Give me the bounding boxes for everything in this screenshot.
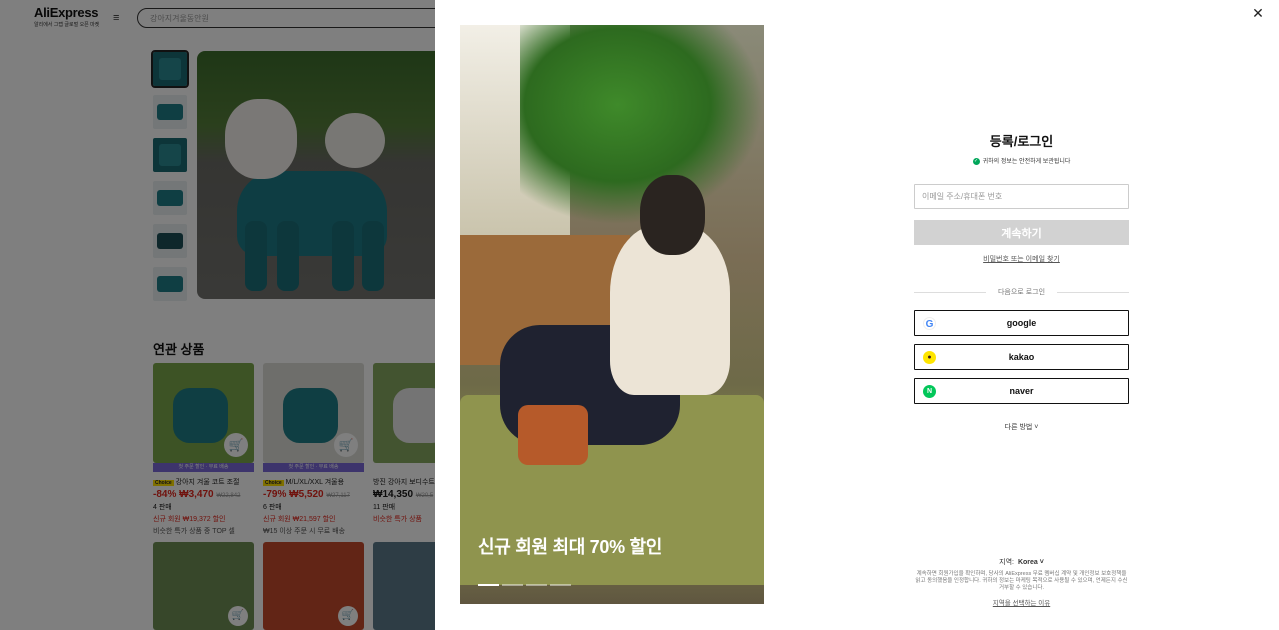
forgot-link[interactable]: 비밀번호 또는 이메일 찾기 (914, 254, 1129, 264)
google-icon: G (923, 317, 936, 330)
email-field[interactable] (914, 184, 1129, 209)
terms-text: 계속하면 회원가입을 확인하며, 당사의 AliExpress 무료 멤버십 계… (915, 571, 1128, 591)
region-selector[interactable]: 지역: Korea ˅ (914, 557, 1129, 567)
modal-footer: 지역: Korea ˅ 계속하면 회원가입을 확인하며, 당사의 AliExpre… (914, 557, 1129, 607)
continue-button[interactable]: 계속하기 (914, 220, 1129, 245)
google-login-button[interactable]: G google (914, 310, 1129, 336)
carousel-dots (478, 584, 571, 586)
region-label: 지역: (999, 559, 1014, 566)
close-icon[interactable]: ✕ (1250, 5, 1266, 21)
region-policy-link[interactable]: 지역을 선택하는 이유 (914, 597, 1129, 607)
kakao-login-button[interactable]: ● kakao (914, 344, 1129, 370)
shield-check-icon: ✓ (972, 157, 980, 165)
social-label: google (1006, 318, 1037, 328)
naver-login-button[interactable]: N naver (914, 378, 1129, 404)
region-value[interactable]: Korea ˅ (1018, 559, 1044, 566)
promo-headline: 신규 회원 최대 70% 할인 (478, 537, 663, 557)
carousel-dot[interactable] (526, 584, 547, 586)
kakao-icon: ● (923, 351, 936, 364)
carousel-dot[interactable] (502, 584, 523, 586)
social-label: kakao (1008, 352, 1035, 362)
social-label: naver (1009, 386, 1034, 396)
naver-icon: N (923, 385, 936, 398)
divider: 다음으로 로그인 (914, 287, 1129, 297)
secure-text: 귀하의 정보는 안전하게 보관됩니다 (982, 159, 1071, 165)
promo-banner: 신규 회원 최대 70% 할인 (460, 25, 764, 604)
carousel-dot[interactable] (478, 584, 499, 586)
login-title: 등록/로그인 (989, 134, 1054, 149)
carousel-dot[interactable] (550, 584, 571, 586)
more-options-button[interactable]: 다른 방법 ˅ (914, 422, 1129, 432)
secure-notice: ✓ 귀하의 정보는 안전하게 보관됩니다 (914, 156, 1129, 165)
